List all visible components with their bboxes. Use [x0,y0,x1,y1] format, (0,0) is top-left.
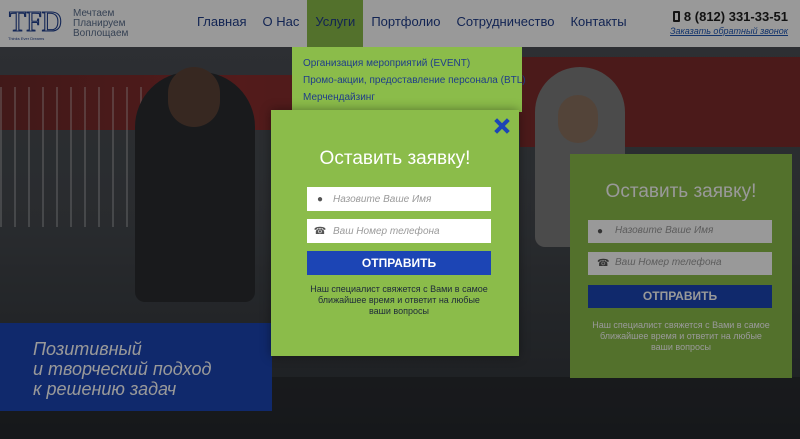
name-field[interactable]: ● [307,187,491,211]
request-modal: Оставить заявку! ● ☎ ОТПРАВИТЬ Наш специ… [271,110,519,356]
phone-input[interactable] [333,221,483,241]
phone-icon: ☎ [313,225,327,237]
dropdown-item-merch[interactable]: Мерчендайзинг [303,89,511,106]
user-icon: ● [316,193,324,205]
dropdown-item-event[interactable]: Организация мероприятий (EVENT) [303,55,511,72]
services-dropdown: Организация мероприятий (EVENT) Промо-ак… [292,47,526,112]
close-icon[interactable] [493,117,511,135]
phone-field[interactable]: ☎ [307,219,491,243]
submit-button[interactable]: ОТПРАВИТЬ [307,251,491,275]
modal-title: Оставить заявку! [319,148,471,169]
dropdown-item-btl[interactable]: Промо-акции, предоставление персонала (B… [303,72,526,89]
name-input[interactable] [333,189,483,209]
modal-note: Наш специалист свяжется с Вами в самое б… [310,284,488,316]
